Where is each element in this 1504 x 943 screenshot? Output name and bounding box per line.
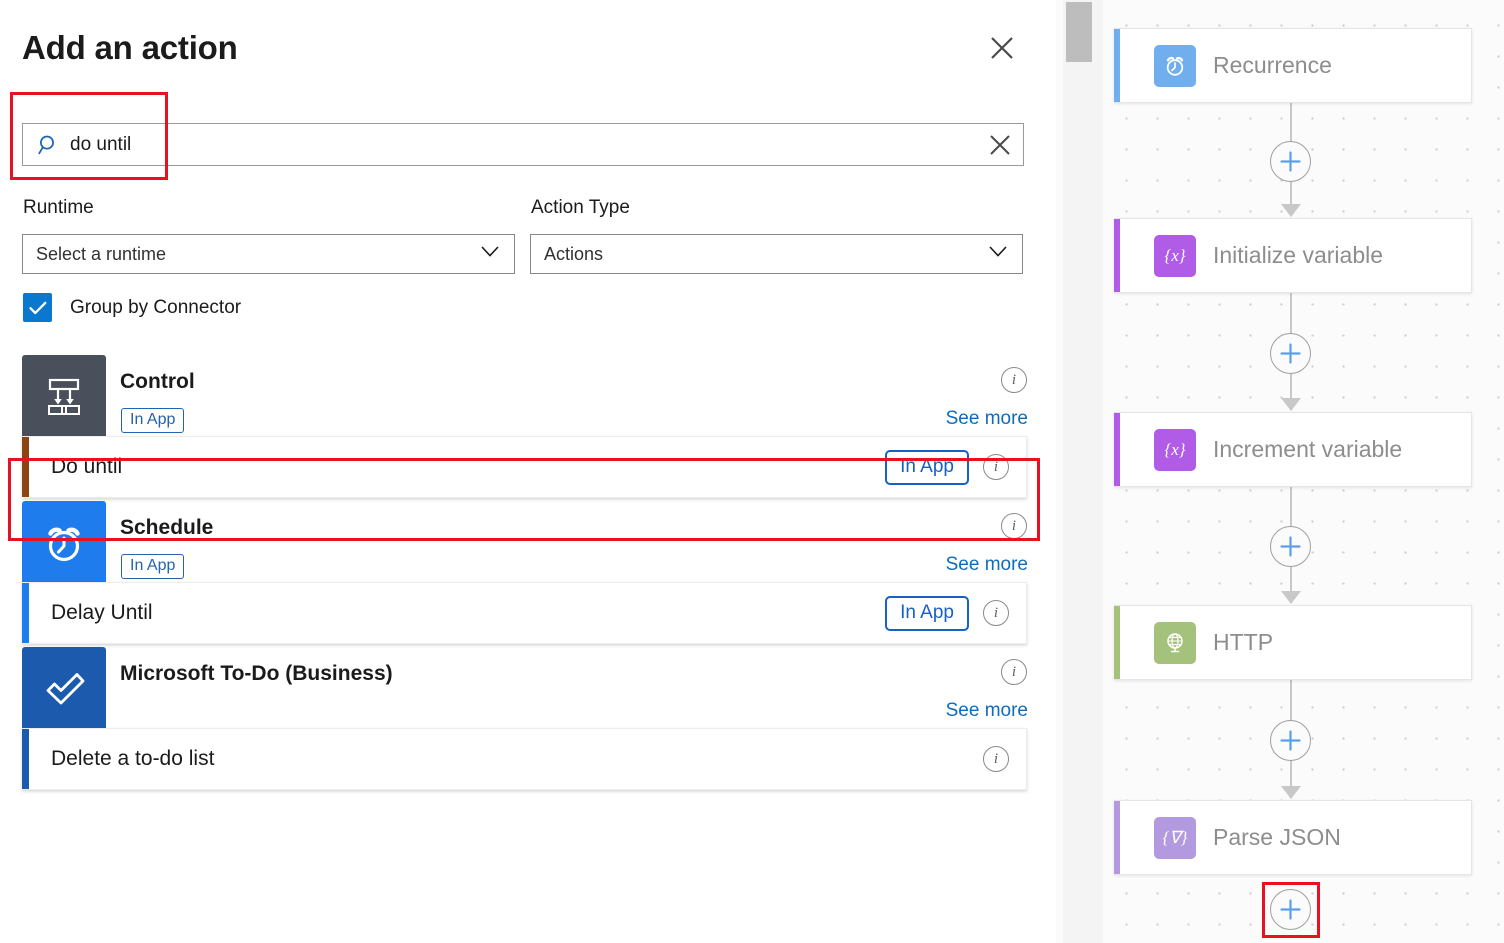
flow-arrow-icon xyxy=(1281,591,1301,604)
add-step-button[interactable] xyxy=(1270,889,1311,930)
see-more-link[interactable]: See more xyxy=(946,408,1028,430)
parse-json-icon: {∇} xyxy=(1154,816,1196,859)
chevron-down-icon xyxy=(988,245,1008,263)
info-icon[interactable]: i xyxy=(1001,659,1027,685)
connector-group: Microsoft To-Do (Business) See more i Delet… xyxy=(0,644,1056,790)
flow-node-accent-bar xyxy=(1114,801,1120,874)
see-more-link[interactable]: See more xyxy=(946,700,1028,722)
in-app-badge: In App xyxy=(885,595,969,631)
flow-node-label: Initialize variable xyxy=(1213,242,1384,268)
in-app-badge: In App xyxy=(885,449,969,485)
alarm-clock-icon xyxy=(22,501,106,585)
search-results-list: Control In App See more i Do until In App i Sch… xyxy=(0,352,1056,943)
connector-header: Schedule In App See more i xyxy=(0,498,1056,585)
flow-node-accent-bar xyxy=(1114,606,1120,679)
action-accent-bar xyxy=(22,437,29,497)
globe-icon xyxy=(1154,621,1196,664)
connector-group: Schedule In App See more i Delay Until In App… xyxy=(0,498,1056,644)
plus-icon xyxy=(1280,150,1301,172)
action-type-select-value: Actions xyxy=(544,243,604,264)
scrollbar-track[interactable] xyxy=(1063,0,1103,943)
connector-name: Microsoft To-Do (Business) xyxy=(120,662,393,685)
flow-arrow-icon xyxy=(1281,204,1301,217)
add-step-button[interactable] xyxy=(1270,332,1311,374)
panel-header: Add an action xyxy=(22,26,1024,72)
flow-node-label: Increment variable xyxy=(1213,436,1403,462)
search-icon xyxy=(37,133,61,157)
checkmark-icon xyxy=(23,293,52,322)
connector-header: Microsoft To-Do (Business) See more i xyxy=(0,644,1056,731)
runtime-select-value: Select a runtime xyxy=(36,243,167,264)
info-icon[interactable]: i xyxy=(983,454,1009,480)
chevron-down-icon xyxy=(480,245,500,263)
flow-arrow-icon xyxy=(1281,398,1301,411)
flow-node-accent-bar xyxy=(1114,219,1120,292)
runtime-label: Runtime xyxy=(23,197,94,218)
checkmark-badge-icon xyxy=(22,647,106,731)
close-icon[interactable] xyxy=(982,28,1022,68)
plus-icon xyxy=(1280,536,1301,557)
flow-node-accent-bar xyxy=(1114,413,1120,486)
vertical-scrollbar[interactable] xyxy=(1066,2,1092,62)
info-icon[interactable]: i xyxy=(983,746,1009,772)
page-title: Add an action xyxy=(22,29,238,66)
connector-header: Control In App See more i xyxy=(0,352,1056,439)
in-app-badge: In App xyxy=(121,554,185,579)
action-list-item[interactable]: Delay Until In App i xyxy=(22,582,1027,644)
action-accent-bar xyxy=(22,583,29,643)
group-by-connector-checkbox[interactable]: Group by Connector xyxy=(23,293,241,322)
alarm-clock-icon xyxy=(1154,44,1196,87)
plus-icon xyxy=(1280,730,1301,751)
variable-icon: {x} xyxy=(1154,234,1196,277)
add-step-button[interactable] xyxy=(1270,720,1311,761)
flow-node[interactable]: HTTP xyxy=(1114,605,1472,680)
flow-node[interactable]: {x} Initialize variable xyxy=(1114,218,1472,293)
runtime-select[interactable]: Select a runtime xyxy=(22,234,515,274)
plus-icon xyxy=(1280,342,1301,364)
group-by-connector-label: Group by Connector xyxy=(70,296,242,318)
action-type-label: Action Type xyxy=(531,197,630,218)
action-name: Do until xyxy=(51,455,123,478)
connector-name: Control xyxy=(120,370,195,393)
action-type-select[interactable]: Actions xyxy=(530,234,1023,274)
add-step-button[interactable] xyxy=(1270,140,1311,182)
search-input[interactable] xyxy=(70,133,977,156)
action-name: Delay Until xyxy=(51,601,153,624)
info-icon[interactable]: i xyxy=(1001,367,1027,393)
screen: Add an action Runtime xyxy=(0,0,1504,943)
flow-node[interactable]: Recurrence xyxy=(1114,28,1472,103)
variable-icon: {x} xyxy=(1154,428,1196,471)
action-name: Delete a to-do list xyxy=(51,747,215,770)
flow-node-label: Recurrence xyxy=(1213,52,1332,78)
flow-node-label: Parse JSON xyxy=(1213,824,1341,850)
plus-icon xyxy=(1280,899,1301,920)
connector-group: Control In App See more i Do until In App i xyxy=(0,352,1056,498)
action-accent-bar xyxy=(22,729,29,789)
action-list-item[interactable]: Do until In App i xyxy=(22,436,1027,498)
see-more-link[interactable]: See more xyxy=(946,554,1028,576)
info-icon[interactable]: i xyxy=(983,600,1009,626)
flow-node[interactable]: {∇} Parse JSON xyxy=(1114,800,1472,875)
clear-search-icon[interactable] xyxy=(977,124,1023,165)
flow-arrow-icon xyxy=(1281,786,1301,799)
search-box[interactable] xyxy=(22,123,1024,166)
in-app-badge: In App xyxy=(121,408,185,433)
flow-node[interactable]: {x} Increment variable xyxy=(1114,412,1472,487)
action-list-item[interactable]: Delete a to-do list i xyxy=(22,728,1027,790)
add-step-button[interactable] xyxy=(1270,526,1311,567)
control-flow-icon xyxy=(22,355,106,439)
info-icon[interactable]: i xyxy=(1001,513,1027,539)
add-action-panel: Add an action Runtime xyxy=(0,0,1056,943)
flow-node-accent-bar xyxy=(1114,29,1120,102)
flow-node-label: HTTP xyxy=(1213,629,1274,655)
connector-name: Schedule xyxy=(120,516,214,539)
